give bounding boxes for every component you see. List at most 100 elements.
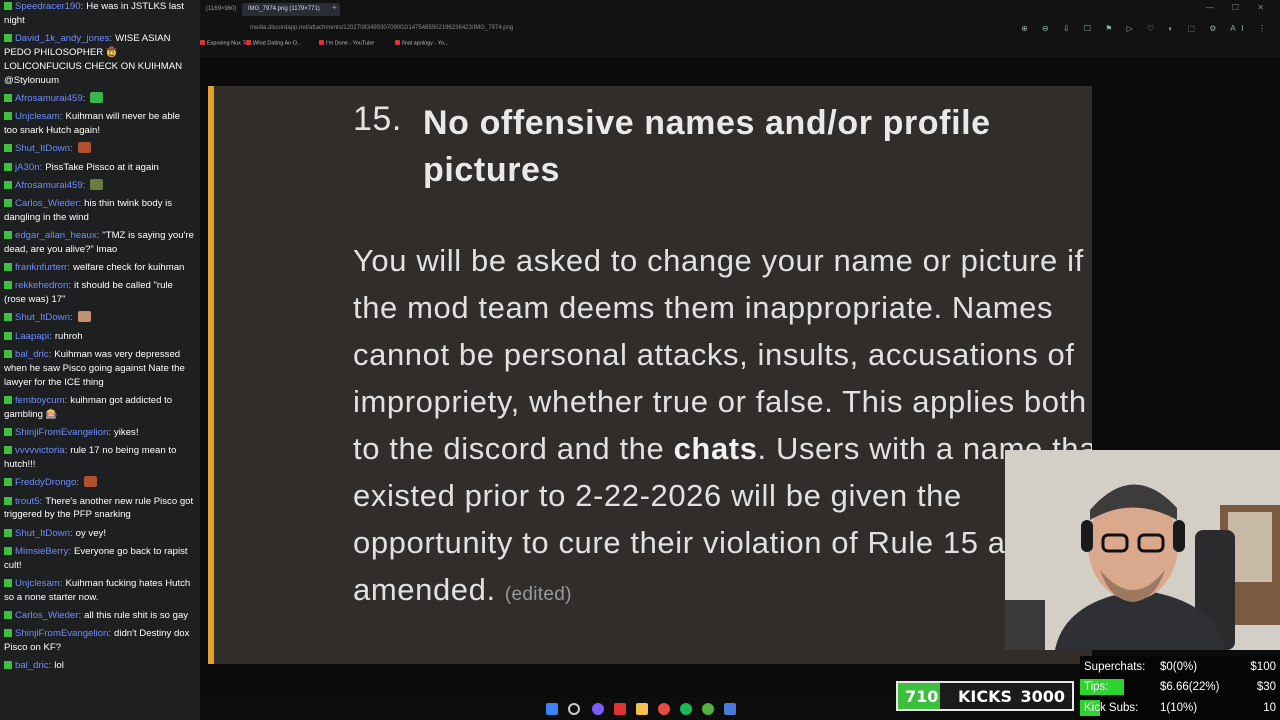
window-controls[interactable]: — ☐ ✕	[1206, 3, 1272, 12]
chat-message: rekkehedronit should be called "rule (ro…	[0, 279, 200, 307]
chat-message: Speedracer190He was in JSTLKS last night	[0, 0, 200, 28]
chat-username[interactable]: rekkehedron	[15, 280, 71, 291]
chat-emote-icon	[77, 142, 91, 154]
user-badge-icon	[4, 144, 12, 153]
user-badge-icon	[4, 180, 12, 189]
chat-text: all this rule shit is so gay	[84, 610, 189, 622]
chat-username[interactable]: trout5	[15, 496, 42, 507]
chat-username[interactable]: Afrosamurai459	[15, 180, 85, 191]
kicks-goal: 3000	[1020, 687, 1065, 706]
chat-username[interactable]: Shut_ItDown	[15, 528, 73, 539]
chat-message: franknfurterrwelfare check for kuihman	[0, 261, 200, 275]
search-icon[interactable]	[568, 703, 580, 715]
chat-message: Shut_ItDown	[0, 311, 200, 325]
user-badge-icon	[4, 629, 12, 638]
bookmark-item[interactable]: I'm Done - YouTube	[319, 40, 374, 47]
chat-message: jA30nPissTake Pissco at it again	[0, 161, 200, 175]
user-badge-icon	[4, 313, 12, 322]
streamer-image	[1005, 450, 1280, 650]
stat-value: $0(0%)	[1160, 661, 1198, 673]
chat-message: ShinjiFromEvangelionyikes!	[0, 426, 200, 440]
stat-value: 1(10%)	[1160, 702, 1198, 714]
chat-username[interactable]: Unjclesam	[15, 111, 62, 122]
bookmark-item[interactable]: What Dating An O...	[246, 40, 302, 47]
spotify-icon[interactable]	[680, 703, 692, 715]
webcam-feed	[1005, 450, 1280, 650]
user-badge-icon	[4, 231, 12, 240]
user-badge-icon	[4, 2, 12, 10]
chat-text: yikes!	[114, 427, 139, 439]
tab-active[interactable]: IMG_7974.png (1179×771)	[242, 3, 340, 16]
chat-message: Laapapiruhroh	[0, 330, 200, 344]
chat-username[interactable]: ShinjiFromEvangelion	[15, 628, 111, 639]
user-badge-icon	[4, 446, 12, 455]
chat-username[interactable]: Shut_ItDown	[15, 312, 73, 323]
chat-username[interactable]: franknfurterr	[15, 262, 70, 273]
xbox-icon[interactable]	[702, 703, 714, 715]
address-bar[interactable]: media.discordapp.net/attachments/1202708…	[250, 22, 1100, 35]
stat-goal: $100	[1250, 661, 1276, 673]
bookmark-icon	[246, 40, 251, 45]
chat-emote-icon	[77, 311, 91, 323]
chat-message: bal_driclol	[0, 659, 200, 673]
user-badge-icon	[4, 611, 12, 620]
chat-message: femboycumkuihman got addicted to gamblin…	[0, 394, 200, 422]
user-badge-icon	[4, 281, 12, 290]
chat-message: Carlos_Wiederhis thin twink body is dang…	[0, 197, 200, 225]
user-badge-icon	[4, 331, 12, 340]
stat-value: $6.66(22%)	[1160, 681, 1220, 693]
chat-emote-icon	[90, 178, 104, 190]
chat-username[interactable]: MimsieBerry	[15, 546, 71, 557]
chat-username[interactable]: Laapapi	[15, 331, 52, 342]
chat-username[interactable]: Carlos_Wieder	[15, 610, 81, 621]
kicks-goal-bar: 710 KICKS 3000	[896, 681, 1074, 711]
user-badge-icon	[4, 428, 12, 437]
chat-username[interactable]: Shut_ItDown	[15, 143, 73, 154]
folder-icon[interactable]	[636, 703, 648, 715]
chat-message: edgar_allan_heaux"TMZ is saying you're d…	[0, 229, 200, 257]
app-icon[interactable]	[724, 703, 736, 715]
chat-username[interactable]: FreddyDrongo	[15, 477, 79, 488]
kicks-current: 710	[905, 687, 939, 706]
recorder-icon[interactable]	[614, 703, 626, 715]
bookmark-item[interactable]: final apology - Yo...	[395, 40, 448, 47]
chat-message: David_1k_andy_jonesWISE ASIAN PEDO PHILO…	[0, 32, 200, 88]
toolbar-icons[interactable]: ⊕ ⊖ ⇩ ☐ ⚑ ▷ ♡ ◐ ⬚ ⚙ AI ⋮	[1021, 24, 1272, 33]
copilot-icon[interactable]	[592, 703, 604, 715]
chat-username[interactable]: bal_dric	[15, 660, 51, 671]
chat-text: welfare check for kuihman	[72, 262, 185, 274]
chat-username[interactable]: bal_dric	[15, 349, 51, 360]
user-badge-icon	[4, 395, 12, 404]
user-badge-icon	[4, 349, 12, 358]
chat-text: PissTake Pissco at it again	[45, 161, 159, 173]
chat-username[interactable]: femboycum	[15, 395, 67, 406]
chat-message: ShinjiFromEvangeliondidn't Destiny dox P…	[0, 627, 200, 655]
chat-message: FreddyDrongo	[0, 476, 200, 490]
new-tab-button[interactable]: +	[332, 3, 337, 12]
chat-text: ruhroh	[54, 330, 83, 342]
windows-start-icon[interactable]	[546, 703, 558, 715]
kicks-label: KICKS	[958, 687, 1013, 706]
chat-username[interactable]: Carlos_Wieder	[15, 198, 81, 209]
stat-row-tips: Tips: $6.66(22%) $30	[1080, 678, 1280, 698]
stat-row-superchats: Superchats: $0(0%) $100	[1080, 658, 1280, 678]
chat-username[interactable]: vvvvvictoria	[15, 445, 67, 456]
chat-username[interactable]: Afrosamurai459	[15, 93, 85, 104]
chat-username[interactable]: edgar_allan_heaux	[15, 230, 99, 241]
donation-stats: Superchats: $0(0%) $100 Tips: $6.66(22%)…	[1080, 656, 1280, 720]
chrome-icon[interactable]	[658, 703, 670, 715]
chat-username[interactable]: David_1k_andy_jones	[15, 33, 112, 44]
chat-username[interactable]: jA30n	[15, 162, 42, 173]
chat-message: UnjclesamKuihman fucking hates Hutch so …	[0, 577, 200, 605]
chat-username[interactable]: ShinjiFromEvangelion	[15, 427, 111, 438]
chat-username[interactable]: Unjclesam	[15, 578, 62, 589]
chat-panel: Speedracer190He was in JSTLKS last night…	[0, 0, 200, 720]
user-badge-icon	[4, 198, 12, 207]
chat-username[interactable]: Speedracer190	[15, 1, 83, 12]
user-badge-icon	[4, 496, 12, 505]
chat-text: lol	[54, 660, 64, 672]
chat-message: vvvvvictoriarule 17 no being mean to hut…	[0, 444, 200, 472]
user-badge-icon	[4, 661, 12, 670]
rule-number: 15.	[353, 100, 402, 138]
rule-screenshot: 15. No offensive names and/or profile pi…	[208, 86, 1092, 664]
